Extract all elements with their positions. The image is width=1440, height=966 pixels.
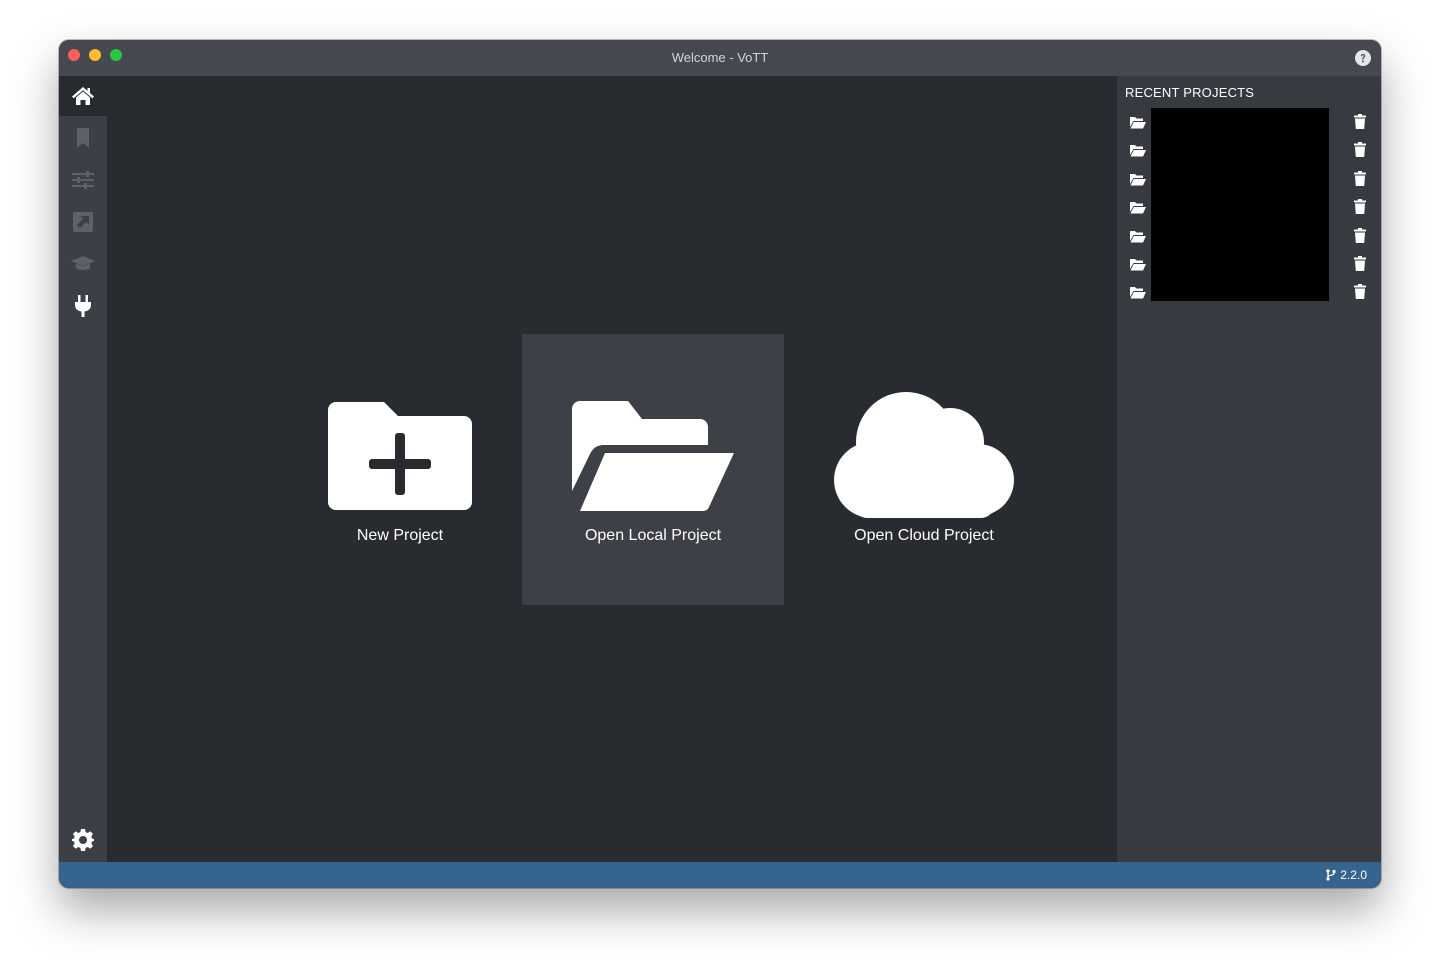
sidebar-item-bookmark[interactable]	[59, 118, 107, 158]
folder-open-icon	[1130, 287, 1146, 299]
sliders-icon	[72, 171, 94, 189]
trash-icon[interactable]	[1354, 142, 1366, 158]
sidebar-item-home[interactable]	[59, 76, 107, 116]
help-icon[interactable]	[1355, 50, 1371, 66]
graduation-cap-icon	[71, 256, 95, 270]
version-number: 2.2.0	[1340, 868, 1367, 882]
app-window: Welcome - VoTT New Project Open Local Pr…	[59, 40, 1381, 888]
sidebar-item-app-settings[interactable]	[59, 820, 107, 860]
new-project-button[interactable]: New Project	[269, 334, 531, 605]
trash-icon[interactable]	[1354, 170, 1366, 186]
trash-icon[interactable]	[1354, 199, 1366, 215]
open-local-project-button[interactable]: Open Local Project	[522, 334, 784, 605]
folder-open-icon	[1130, 145, 1146, 157]
recent-projects-panel: RECENT PROJECTS	[1117, 76, 1381, 862]
bookmark-icon	[77, 128, 89, 148]
folder-open-icon	[1130, 202, 1146, 214]
open-local-project-label: Open Local Project	[584, 527, 722, 544]
trash-icon[interactable]	[1354, 114, 1366, 129]
status-bar: 2.2.0	[59, 862, 1381, 888]
trash-icon[interactable]	[1354, 255, 1366, 271]
git-branch-icon	[1326, 869, 1336, 881]
sidebar-item-active-learning[interactable]	[59, 244, 107, 284]
open-cloud-project-button[interactable]: Open Cloud Project	[793, 334, 1055, 605]
title-bar: Welcome - VoTT	[59, 40, 1381, 76]
trash-icon[interactable]	[1354, 227, 1366, 243]
folder-open-icon	[1130, 258, 1146, 271]
open-cloud-project-label: Open Cloud Project	[854, 527, 994, 544]
sidebar-item-settings-sliders[interactable]	[59, 160, 107, 200]
redacted-project-names	[1151, 108, 1329, 301]
sidebar-item-connections[interactable]	[59, 286, 107, 326]
version-info: 2.2.0	[1326, 868, 1367, 882]
home-icon	[72, 87, 94, 105]
folder-open-icon	[1130, 173, 1146, 186]
folder-open-icon	[572, 401, 734, 511]
gear-icon	[72, 829, 94, 851]
external-link-icon	[73, 212, 93, 232]
plug-icon	[75, 295, 91, 317]
new-project-label: New Project	[356, 527, 444, 544]
folder-open-icon	[1130, 117, 1146, 129]
sidebar	[59, 76, 107, 862]
sidebar-item-export[interactable]	[59, 202, 107, 242]
main-content: New Project Open Local Project Open Clou…	[107, 76, 1117, 862]
folder-plus-icon	[328, 402, 472, 510]
folder-open-icon	[1130, 230, 1146, 243]
trash-icon[interactable]	[1354, 284, 1366, 300]
cloud-icon	[834, 392, 1014, 518]
window-title: Welcome - VoTT	[671, 50, 769, 65]
recent-projects-title: RECENT PROJECTS	[1125, 85, 1255, 100]
